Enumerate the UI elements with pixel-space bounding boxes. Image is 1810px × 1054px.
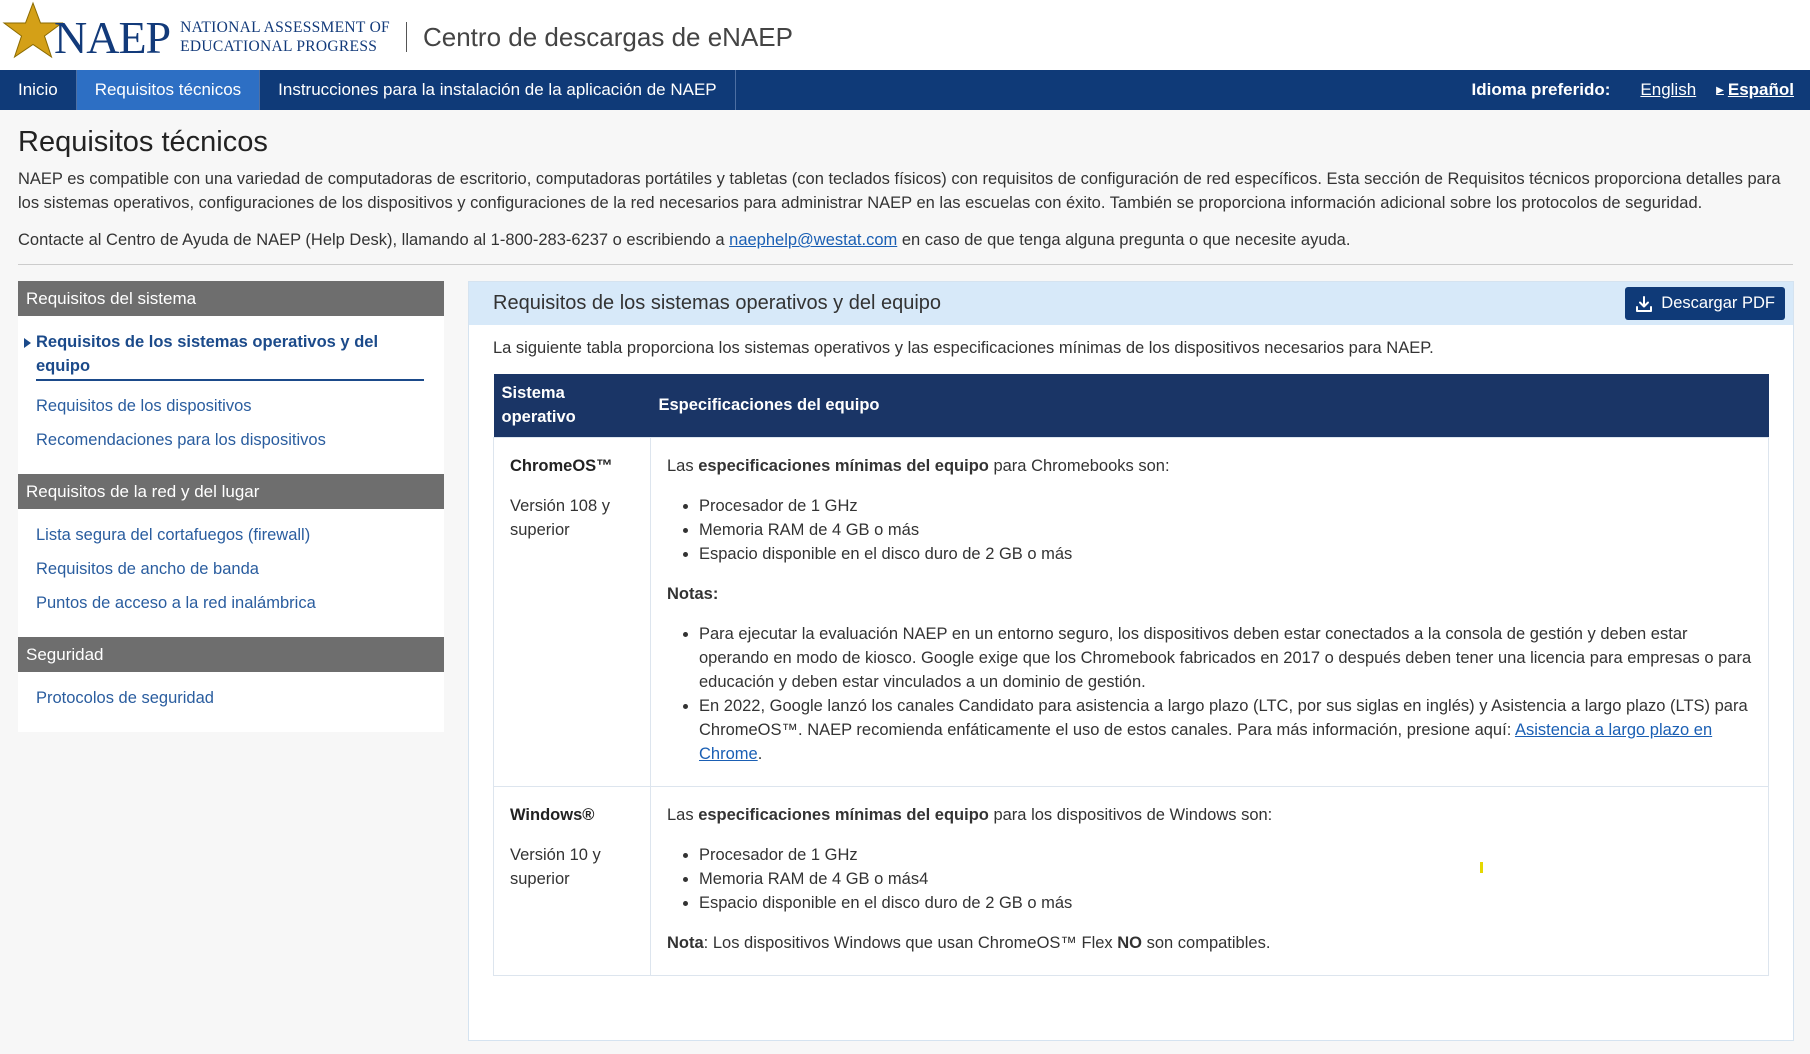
intro-paragraph: NAEP es compatible con una variedad de c… xyxy=(18,170,1781,212)
os-name: Windows® xyxy=(510,805,595,824)
language-espanol-link[interactable]: ▶ Español xyxy=(1716,70,1794,110)
panel-description: La siguiente tabla proporciona los siste… xyxy=(493,339,1434,357)
caret-right-icon: ▶ xyxy=(1716,84,1724,96)
os-version: Versión 108 y superior xyxy=(510,496,610,539)
sidebar-group-sistema: Requisitos de los sistemas operativos y … xyxy=(18,316,444,474)
requirements-table: Sistema operativo Especificaciones del e… xyxy=(493,374,1769,976)
spec-intro-post: para los dispositivos de Windows son: xyxy=(988,805,1273,824)
sidebar-heading-seguridad: Seguridad xyxy=(18,637,444,672)
sidebar-heading-sistema: Requisitos del sistema xyxy=(18,281,444,316)
os-cell: Windows® Versión 10 y superior xyxy=(493,785,651,976)
list-item: Procesador de 1 GHz xyxy=(699,494,1752,518)
spec-intro: Las especificaciones mínimas del equipo … xyxy=(667,803,1752,827)
list-item: Espacio disponible en el disco duro de 2… xyxy=(699,542,1752,566)
list-item: Para ejecutar la evaluación NAEP en un e… xyxy=(699,622,1752,694)
sidebar: Requisitos del sistema Requisitos de los… xyxy=(18,281,444,1041)
logo-wordmark: NAEP xyxy=(54,11,171,63)
page-title: Requisitos técnicos xyxy=(18,126,268,158)
sidebar-heading-red: Requisitos de la red y del lugar xyxy=(18,474,444,509)
sidebar-link-recomendaciones[interactable]: Recomendaciones para los dispositivos xyxy=(36,428,426,452)
spec-cell: Las especificaciones mínimas del equipo … xyxy=(650,436,1769,787)
logo-sub-line1: NATIONAL ASSESSMENT OF xyxy=(180,19,390,36)
list-item: Procesador de 1 GHz xyxy=(699,843,1752,867)
spec-list: Procesador de 1 GHz Memoria RAM de 4 GB … xyxy=(667,843,1752,915)
language-english-link[interactable]: English xyxy=(1640,70,1696,110)
column-header-specs: Especificaciones del equipo xyxy=(650,374,1769,437)
os-version: Versión 10 y superior xyxy=(510,845,601,888)
spec-intro-bold: especificaciones mínimas del equipo xyxy=(698,805,989,824)
note2-end: . xyxy=(757,744,763,763)
os-name: ChromeOS™ xyxy=(510,456,613,475)
download-pdf-label: Descargar PDF xyxy=(1661,294,1775,312)
language-label: Idioma preferido: xyxy=(1471,80,1611,99)
main-nav: Inicio Requisitos técnicos Instrucciones… xyxy=(0,70,1810,110)
header-divider xyxy=(405,22,407,52)
list-item: Memoria RAM de 4 GB o más4 xyxy=(699,867,1752,891)
spec-intro-pre: Las xyxy=(667,805,699,824)
sidebar-group-seguridad: Protocolos de seguridad xyxy=(18,672,444,732)
sidebar-link-ancho-banda[interactable]: Requisitos de ancho de banda xyxy=(36,557,426,581)
list-item: Memoria RAM de 4 GB o más xyxy=(699,518,1752,542)
spec-cell: Las especificaciones mínimas del equipo … xyxy=(650,785,1769,976)
nav-item-instrucciones[interactable]: Instrucciones para la instalación de la … xyxy=(260,70,736,110)
language-espanol-label: Español xyxy=(1727,80,1794,99)
contact-text-before: Contacte al Centro de Ayuda de NAEP (Hel… xyxy=(18,231,730,249)
table-row: Windows® Versión 10 y superior Las espec… xyxy=(493,785,1769,976)
nav-item-requisitos-tecnicos[interactable]: Requisitos técnicos xyxy=(76,70,261,110)
notes-label: Notas: xyxy=(667,584,719,603)
content-columns: Requisitos del sistema Requisitos de los… xyxy=(18,281,1794,1041)
help-email-link[interactable]: naephelp@westat.com xyxy=(729,231,897,249)
list-item: En 2022, Google lanzó los canales Candid… xyxy=(699,694,1752,766)
sidebar-link-firewall[interactable]: Lista segura del cortafuegos (firewall) xyxy=(36,523,426,547)
logo-subtitle: NATIONAL ASSESSMENT OF EDUCATIONAL PROGR… xyxy=(180,18,390,56)
note-post: son compatibles. xyxy=(1142,933,1271,952)
table-header-row: Sistema operativo Especificaciones del e… xyxy=(493,374,1769,437)
panel-header: Requisitos de los sistemas operativos y … xyxy=(469,282,1793,325)
table-row: ChromeOS™ Versión 108 y superior Las esp… xyxy=(493,436,1769,787)
note-label: Nota xyxy=(667,933,704,952)
sidebar-link-protocolos[interactable]: Protocolos de seguridad xyxy=(36,686,426,710)
sidebar-link-puntos-acceso[interactable]: Puntos de acceso a la red inalámbrica xyxy=(36,591,426,615)
spec-intro-pre: Las xyxy=(667,456,699,475)
naep-logo[interactable]: NAEP NATIONAL ASSESSMENT OF EDUCATIONAL … xyxy=(2,0,390,70)
spec-intro: Las especificaciones mínimas del equipo … xyxy=(667,454,1752,478)
nav-item-inicio[interactable]: Inicio xyxy=(0,70,77,110)
sidebar-link-dispositivos[interactable]: Requisitos de los dispositivos xyxy=(36,394,426,418)
notes-list: Para ejecutar la evaluación NAEP en un e… xyxy=(667,622,1752,766)
spec-intro-bold: especificaciones mínimas del equipo xyxy=(698,456,989,475)
windows-note: Nota: Los dispositivos Windows que usan … xyxy=(667,931,1752,955)
sidebar-group-red: Lista segura del cortafuegos (firewall) … xyxy=(18,509,444,637)
note-pre: : Los dispositivos Windows que usan Chro… xyxy=(703,933,1118,952)
panel-body: La siguiente tabla proporciona los siste… xyxy=(469,325,1793,990)
note-bold: NO xyxy=(1117,933,1143,952)
contact-paragraph: Contacte al Centro de Ayuda de NAEP (Hel… xyxy=(18,231,1792,250)
download-icon xyxy=(1636,295,1653,312)
site-header: NAEP NATIONAL ASSESSMENT OF EDUCATIONAL … xyxy=(0,0,1810,70)
column-header-os: Sistema operativo xyxy=(493,374,651,437)
spec-list: Procesador de 1 GHz Memoria RAM de 4 GB … xyxy=(667,494,1752,566)
spec-intro-post: para Chromebooks son: xyxy=(988,456,1170,475)
cursor-mark xyxy=(1480,862,1483,873)
panel-title: Requisitos de los sistemas operativos y … xyxy=(493,292,942,314)
sidebar-link-sistemas-operativos[interactable]: Requisitos de los sistemas operativos y … xyxy=(24,330,424,381)
divider xyxy=(18,264,1793,265)
logo-sub-line2: EDUCATIONAL PROGRESS xyxy=(180,38,378,55)
content-panel: Requisitos de los sistemas operativos y … xyxy=(468,281,1794,1041)
list-item: Espacio disponible en el disco duro de 2… xyxy=(699,891,1752,915)
download-pdf-button[interactable]: Descargar PDF xyxy=(1625,287,1785,320)
site-title: Centro de descargas de eNAEP xyxy=(422,21,793,52)
main-content: Requisitos técnicos NAEP es compatible c… xyxy=(0,110,1810,1054)
os-cell: ChromeOS™ Versión 108 y superior xyxy=(493,436,651,787)
contact-text-after: en caso de que tenga alguna pregunta o q… xyxy=(897,231,1351,249)
